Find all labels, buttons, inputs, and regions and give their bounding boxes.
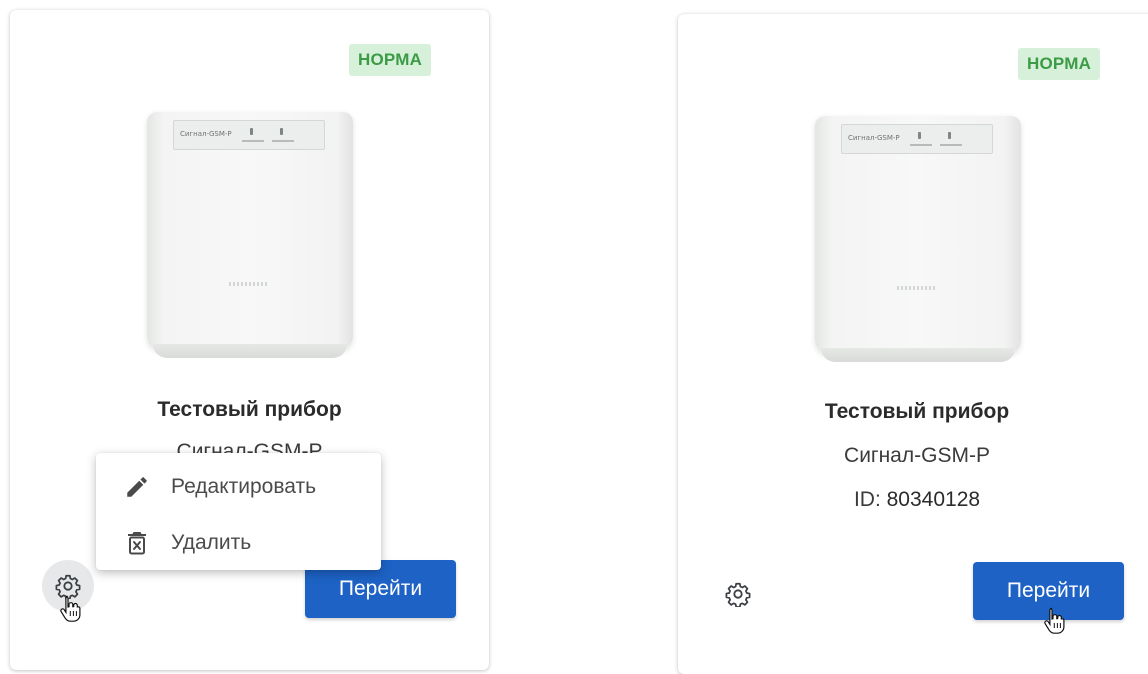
device-image: Сигнал-GSM-P <box>147 112 353 358</box>
hand-cursor-icon <box>1044 607 1065 634</box>
trash-icon <box>123 529 151 557</box>
pencil-icon <box>123 473 151 501</box>
device-id-value: 80340128 <box>886 488 981 511</box>
status-badge: НОРМА <box>1018 48 1101 80</box>
menu-item-edit[interactable]: Редактировать <box>96 459 381 515</box>
menu-item-delete[interactable]: Удалить <box>96 515 381 571</box>
device-name: Тестовый прибор <box>157 398 342 421</box>
device-id-label: ID: <box>853 488 881 511</box>
gear-icon <box>725 582 751 607</box>
device-model: Сигнал-GSM-P <box>844 444 990 467</box>
settings-button[interactable] <box>712 568 764 620</box>
device-id: ID: 80340128 <box>678 488 1148 512</box>
menu-item-label: Редактировать <box>171 475 317 498</box>
device-image: Сигнал-GSM-P <box>815 116 1021 362</box>
settings-dropdown-menu: Редактировать Удалить <box>96 453 381 570</box>
device-card: НОРМА Сигнал-GSM-P Тестовый прибор Сигна… <box>10 10 489 670</box>
menu-item-label: Удалить <box>171 531 252 554</box>
hand-cursor-icon <box>60 595 81 622</box>
device-panel-label: Сигнал-GSM-P <box>180 130 232 138</box>
device-panel-label: Сигнал-GSM-P <box>848 134 900 142</box>
device-name: Тестовый прибор <box>824 400 1010 423</box>
status-badge: НОРМА <box>349 44 432 76</box>
device-card: НОРМА Сигнал-GSM-P Тестовый прибор Сигна… <box>678 14 1148 674</box>
